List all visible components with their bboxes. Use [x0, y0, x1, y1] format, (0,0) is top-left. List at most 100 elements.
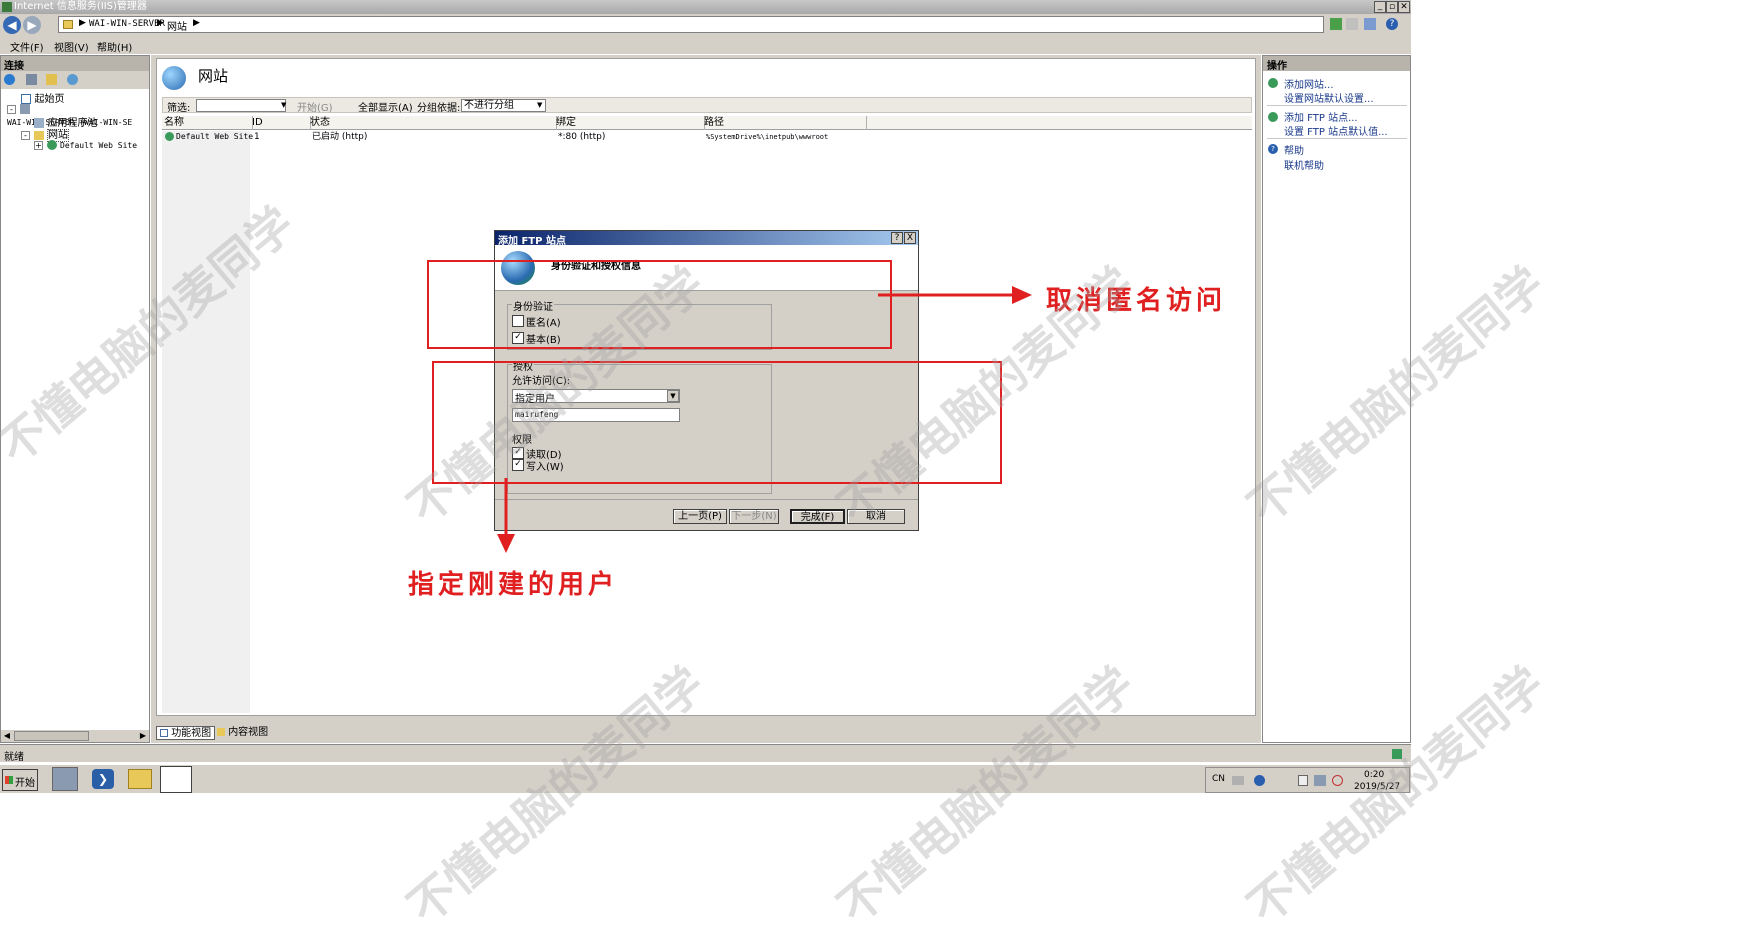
start-button[interactable]: 开始: [2, 769, 38, 791]
annotation-box-auth: [427, 260, 892, 349]
annotation-box-authz: [432, 361, 1002, 484]
group-by-select[interactable]: 不进行分组: [461, 99, 546, 112]
connections-header: 连接: [1, 56, 149, 72]
tab-content-view[interactable]: 内容视图: [214, 726, 271, 740]
tree-item-default-site[interactable]: + Default Web Site: [34, 138, 137, 151]
col-name[interactable]: 名称: [162, 116, 253, 130]
menu-file[interactable]: 文件(F): [10, 39, 44, 54]
collapse-icon[interactable]: -: [7, 104, 16, 114]
folder-icon: [63, 20, 73, 29]
view-tabs: 功能视图 内容视图: [156, 726, 456, 741]
tab-features-view[interactable]: 功能视图: [156, 726, 216, 740]
scroll-right-icon[interactable]: ▶: [137, 730, 149, 742]
cell-name: Default Web Site: [176, 132, 254, 141]
system-tray: CN 0:20 2019/5/27: [1205, 767, 1410, 793]
breadcrumb-separator-icon: ▶: [79, 18, 86, 28]
sites-table-header: 名称 ID 状态 绑定 路径: [162, 116, 1252, 130]
dialog-close-button[interactable]: X: [904, 232, 916, 244]
help-tray-icon[interactable]: [1254, 775, 1265, 786]
connections-pane: 连接 起始页 - WAI-WIN-SERVER (WAI-WIN-SE 应用程序…: [0, 55, 150, 743]
server-manager-icon[interactable]: [52, 767, 78, 791]
dialog-button-divider: [495, 499, 918, 500]
collapse-icon[interactable]: -: [21, 130, 30, 140]
explorer-icon[interactable]: [128, 769, 152, 789]
next-button[interactable]: 下一步(N): [729, 509, 779, 524]
table-row[interactable]: Default Web Site 1 已启动 (http) *:80 (http…: [162, 131, 1252, 143]
cancel-button[interactable]: 取消: [847, 509, 905, 524]
add-ftp-icon: [1268, 112, 1278, 122]
connect-icon[interactable]: [4, 74, 15, 85]
action-add-site[interactable]: 添加网站...: [1284, 76, 1334, 91]
language-indicator[interactable]: CN: [1212, 774, 1225, 784]
connections-hscrollbar[interactable]: ◀ ▶: [1, 730, 149, 742]
dialog-help-button[interactable]: ?: [891, 232, 903, 244]
group-by-label: 分组依据:: [417, 103, 461, 114]
action-ftp-defaults[interactable]: 设置 FTP 站点默认值...: [1284, 123, 1388, 138]
server-icon: [19, 104, 30, 114]
back-arrow-icon[interactable]: ◀: [3, 16, 21, 34]
help-icon: ?: [1268, 144, 1278, 154]
actions-header: 操作: [1263, 56, 1410, 72]
status-text: 就绪: [4, 752, 24, 763]
menu-view[interactable]: 视图(V): [54, 39, 89, 54]
clock-time: 0:20: [1364, 770, 1385, 780]
keyboard-icon[interactable]: [1232, 776, 1244, 785]
col-binding[interactable]: 绑定: [554, 116, 705, 130]
action-add-ftp[interactable]: 添加 FTP 站点...: [1284, 109, 1358, 124]
action-help[interactable]: 帮助: [1284, 142, 1304, 157]
col-path[interactable]: 路径: [702, 116, 867, 130]
refresh-icon[interactable]: [1330, 18, 1342, 30]
breadcrumb-server[interactable]: WAI-WIN-SERVER: [89, 19, 165, 29]
stop-icon[interactable]: [1346, 18, 1358, 30]
save-icon[interactable]: [26, 74, 37, 85]
action-site-defaults[interactable]: 设置网站默认设置...: [1284, 90, 1374, 105]
help-icon[interactable]: ?: [1386, 18, 1398, 30]
network-tray-icon[interactable]: [1314, 775, 1326, 786]
powershell-icon[interactable]: ❯: [92, 769, 114, 789]
iis-manager-taskbar-icon[interactable]: [160, 766, 192, 793]
close-button[interactable]: ✕: [1398, 1, 1410, 13]
up-folder-icon[interactable]: [46, 74, 57, 85]
cell-binding: *:80 (http): [558, 132, 606, 142]
scroll-left-icon[interactable]: ◀: [1, 730, 13, 742]
menu-help[interactable]: 帮助(H): [97, 39, 132, 54]
col-status[interactable]: 状态: [308, 116, 557, 130]
disconnect-icon[interactable]: [67, 74, 78, 85]
breadcrumb-sites[interactable]: 网站: [167, 18, 187, 33]
menu-bar: 文件(F) 视图(V) 帮助(H): [0, 36, 1411, 54]
clock-date: 2019/5/27: [1354, 782, 1401, 792]
col-id[interactable]: ID: [250, 116, 311, 130]
title-bar: Internet 信息服务(IIS)管理器 _ ▫ ✕: [0, 0, 1411, 14]
tree-view: 起始页 - WAI-WIN-SERVER (WAI-WIN-SE 应用程序池 -…: [1, 90, 149, 730]
iis-app-icon: [2, 2, 12, 12]
start-filter-button[interactable]: 开始(G): [297, 99, 333, 114]
filter-dropdown-icon[interactable]: ▼: [281, 101, 286, 109]
filter-toolbar: 筛选: ▼ 开始(G) 全部显示(A) 分组依据: 不进行分组 ▼: [162, 97, 1252, 114]
taskbar: 开始 ❯ CN 0:20 2019/5/27: [0, 763, 1411, 793]
filter-input[interactable]: [196, 99, 286, 112]
add-site-icon: [1268, 78, 1278, 88]
forward-arrow-icon[interactable]: ▶: [23, 16, 41, 34]
breadcrumb-separator-icon: ▶: [193, 18, 200, 28]
restore-button[interactable]: ▫: [1386, 1, 1398, 13]
group-dropdown-icon[interactable]: ▼: [537, 101, 542, 109]
action-online-help[interactable]: 联机帮助: [1284, 157, 1324, 172]
address-toolbar: ◀ ▶ ▶ WAI-WIN-SERVER ▶ 网站 ▶ ?: [0, 14, 1411, 36]
finish-button[interactable]: 完成(F): [790, 509, 845, 524]
expand-icon[interactable]: +: [34, 140, 43, 150]
previous-button[interactable]: 上一页(P): [673, 509, 727, 524]
annotation-cancel-anonymous: 取消匿名访问: [1046, 286, 1227, 316]
flag-icon[interactable]: [1298, 775, 1308, 786]
breadcrumb-separator-icon: ▶: [157, 18, 164, 28]
actions-divider: [1267, 138, 1407, 139]
scroll-thumb[interactable]: [14, 731, 89, 741]
address-field[interactable]: ▶ WAI-WIN-SERVER ▶ 网站 ▶: [58, 16, 1324, 33]
cell-id: 1: [254, 132, 260, 142]
volume-icon[interactable]: [1332, 775, 1343, 786]
minimize-button[interactable]: _: [1374, 1, 1386, 13]
globe-icon: [165, 132, 174, 141]
window-title: Internet 信息服务(IIS)管理器: [14, 1, 147, 12]
home-icon[interactable]: [1364, 18, 1376, 30]
filter-label: 筛选:: [167, 103, 191, 114]
show-all-button[interactable]: 全部显示(A): [358, 99, 413, 114]
